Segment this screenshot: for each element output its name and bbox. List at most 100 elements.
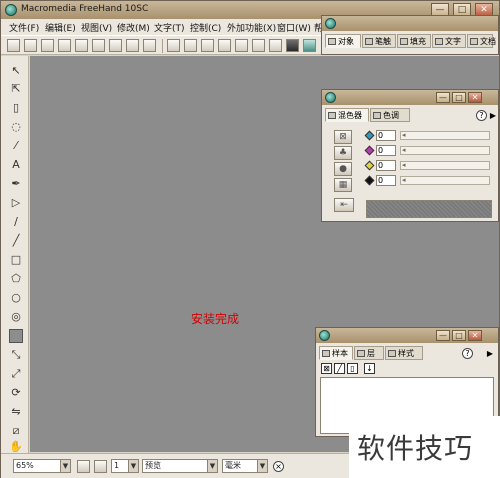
text-inspector-icon[interactable] [218,39,231,52]
chevron-down-icon: ▼ [207,460,217,472]
swatches-minimize-button[interactable]: — [436,330,450,341]
menu-file[interactable]: 文件(F) [9,21,39,34]
mixer-options-menu-icon[interactable]: ▶ [489,110,497,121]
inspector-panel-titlebar[interactable] [322,16,498,31]
tab-stroke[interactable]: 笔触 [362,34,396,48]
color-preview-well[interactable] [366,200,492,218]
menu-control[interactable]: 控制(C) [190,21,221,34]
pencil-tool-icon[interactable]: ∕ [9,215,23,229]
line-tool-icon[interactable]: ╱ [9,234,23,248]
rgb-mode-icon[interactable]: ♣ [334,146,352,160]
fill-swatch-icon[interactable] [9,329,23,343]
page-number-select[interactable]: 1 ▼ [111,459,139,473]
menu-window[interactable]: 窗口(W) [277,21,311,34]
styles-icon [388,350,396,357]
styles-icon[interactable] [269,39,282,52]
pen-tool-icon[interactable]: ✒ [9,177,23,191]
text-tool-icon[interactable]: A [9,158,23,172]
tab-object[interactable]: 对象 [325,34,361,48]
bezigon-tool-icon[interactable]: ▷ [9,196,23,210]
tab-mixer-label: 混色器 [338,111,362,120]
hls-mode-icon[interactable]: ● [334,162,352,176]
layers-icon[interactable] [252,39,265,52]
black-slider[interactable]: ◂ [400,176,490,185]
system-picker-icon[interactable]: ▦ [334,178,352,192]
mixer-help-icon[interactable]: ? [476,110,487,121]
yellow-slider[interactable]: ◂ [400,161,490,170]
mixer-maximize-button[interactable]: □ [452,92,466,103]
menu-view[interactable]: 视图(V) [81,21,112,34]
page-number-value: 1 [114,461,120,470]
cyan-value-field[interactable]: 0 [376,130,396,141]
yellow-value-field[interactable]: 0 [376,160,396,171]
menu-modify[interactable]: 修改(M) [117,21,150,34]
units-select[interactable]: 毫米 ▼ [222,459,268,473]
mixer-close-button[interactable]: ✕ [468,92,482,103]
color-mixer-icon[interactable] [303,39,316,52]
document-icon[interactable] [235,39,248,52]
print-icon[interactable] [92,39,105,52]
add-to-swatches-icon[interactable]: ⇤ [334,198,354,212]
menu-text[interactable]: 文字(T) [154,21,185,34]
magenta-slider[interactable]: ◂ [400,146,490,155]
fill-icon[interactable] [201,39,214,52]
spiral-tool-icon[interactable]: ◎ [9,310,23,324]
export-icon[interactable] [75,39,88,52]
rotate-tool-icon[interactable]: ⟳ [9,386,23,400]
stroke-icon[interactable] [184,39,197,52]
rectangle-tool-icon[interactable]: □ [9,253,23,267]
swatches-icon[interactable] [286,39,299,52]
polygon-tool-icon[interactable]: ⬠ [9,272,23,286]
tab-styles[interactable]: 样式 [385,346,423,360]
subselect-tool-icon[interactable]: ⇱ [9,82,23,96]
ellipse-tool-icon[interactable]: ○ [9,291,23,305]
mixer-minimize-button[interactable]: — [436,92,450,103]
reflect-tool-icon[interactable]: ⇋ [9,405,23,419]
new-document-icon[interactable] [7,39,20,52]
tab-fill[interactable]: 填充 [397,34,431,48]
swatches-maximize-button[interactable]: □ [452,330,466,341]
tab-swatches[interactable]: 样本 [319,346,353,360]
tab-document[interactable]: 文档 [467,34,496,48]
zoom-select[interactable]: 65% ▼ [13,459,71,473]
cancel-render-icon[interactable]: × [273,461,284,472]
cyan-slider[interactable]: ◂ [400,131,490,140]
pointer-tool-icon[interactable]: ↖ [9,64,23,78]
white-swatch-icon[interactable]: ▯ [347,363,358,374]
hand-tool-icon[interactable]: ✋ [9,440,23,454]
tab-mixer[interactable]: 混色器 [325,108,369,122]
tab-layers[interactable]: 层 [354,346,384,360]
object-icon[interactable] [167,39,180,52]
skew-tool-icon[interactable]: ⧄ [9,424,23,438]
swatches-panel-titlebar[interactable]: — □ ✕ [316,328,498,343]
tab-text[interactable]: 文字 [432,34,466,48]
page-tool-icon[interactable]: ▯ [9,101,23,115]
magenta-value-field[interactable]: 0 [376,145,396,156]
menu-edit[interactable]: 编辑(E) [45,21,76,34]
save-icon[interactable] [41,39,54,52]
paste-icon[interactable] [143,39,156,52]
import-icon[interactable] [58,39,71,52]
swatches-options-menu-icon[interactable]: ▶ [486,348,494,359]
page-prev-icon[interactable] [77,460,90,473]
registration-swatch-icon[interactable]: ╱ [334,363,345,374]
cmyk-mode-icon[interactable]: ⊠ [334,130,352,144]
page-icon[interactable] [94,460,107,473]
copy-icon[interactable] [126,39,139,52]
scale-tool-icon[interactable]: ⤢ [9,367,23,381]
mixer-panel-titlebar[interactable]: — □ ✕ [322,90,498,105]
color-mixer-panel: — □ ✕ 混色器 色调 ? ▶ ⊠ ♣ ● ▦ ⇤ 0 ◂ 0 ◂ 0 ◂ 0… [321,89,499,222]
menu-xtras[interactable]: 外加功能(X) [227,21,276,34]
swatches-help-icon[interactable]: ? [462,348,473,359]
view-mode-select[interactable]: 预览 ▼ [142,459,218,473]
none-swatch-icon[interactable]: ⊠ [321,363,332,374]
eyedropper-tool-icon[interactable]: ⁄ [9,139,23,153]
lasso-tool-icon[interactable]: ◌ [9,120,23,134]
swatches-close-button[interactable]: ✕ [468,330,482,341]
cut-icon[interactable] [109,39,122,52]
black-value-field[interactable]: 0 [376,175,396,186]
knife-tool-icon[interactable]: ⤡ [9,348,23,362]
sort-down-icon[interactable]: ↓ [364,363,375,374]
tab-tints[interactable]: 色调 [370,108,410,122]
open-folder-icon[interactable] [24,39,37,52]
